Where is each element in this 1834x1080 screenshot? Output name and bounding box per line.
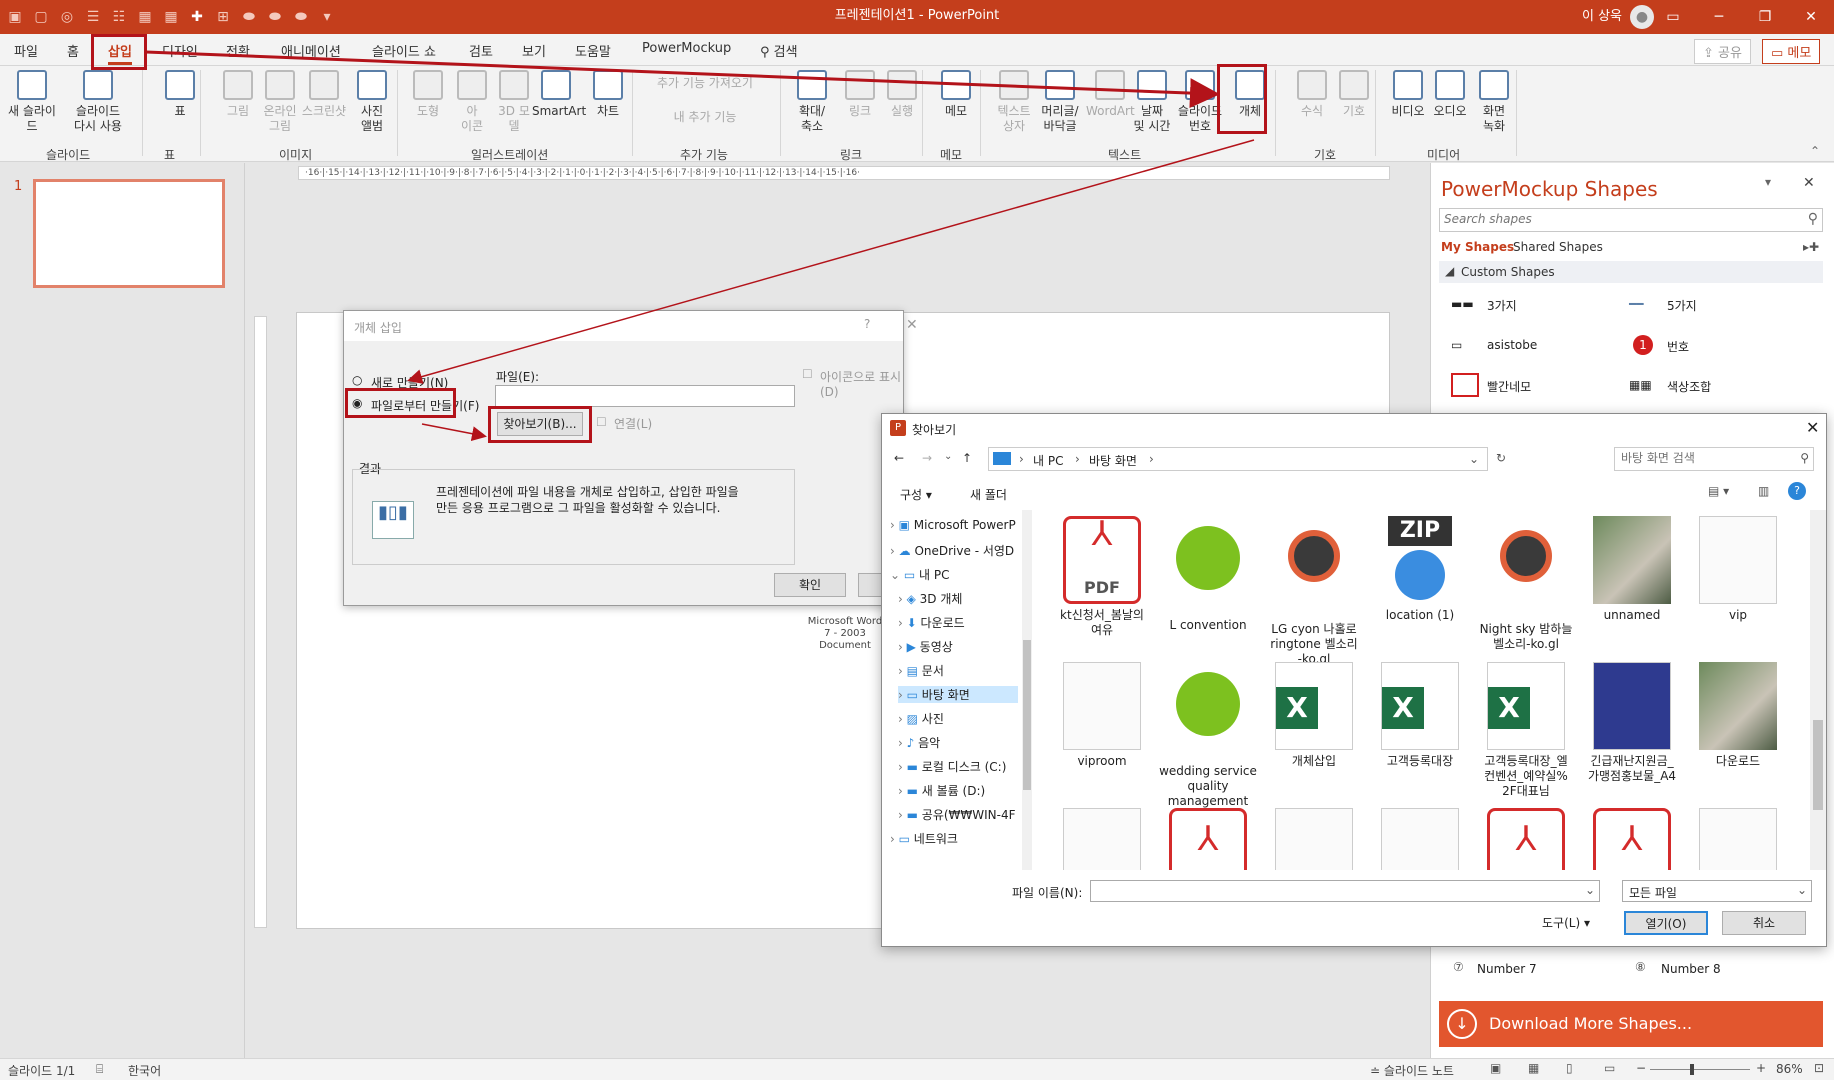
slideshow-icon[interactable]: ▭: [1604, 1061, 1615, 1075]
arrow-to-from-file: [407, 139, 1255, 384]
spellcheck-icon[interactable]: ⌸: [96, 1062, 103, 1077]
slide-count: 슬라이드 1/1: [8, 1064, 76, 1078]
zoom-in-icon[interactable]: +: [1756, 1061, 1766, 1075]
notes-button[interactable]: ≐ 슬라이드 노트: [1370, 1062, 1454, 1079]
zoom-level[interactable]: 86%: [1776, 1062, 1803, 1076]
reading-view-icon[interactable]: ▯: [1566, 1061, 1573, 1075]
notes-label: 슬라이드 노트: [1383, 1064, 1454, 1078]
zoom-slider[interactable]: [1650, 1064, 1750, 1075]
zoom-out-icon[interactable]: −: [1636, 1061, 1646, 1075]
slide-sorter-icon[interactable]: ▦: [1528, 1061, 1539, 1075]
annotation-arrows: [145, 50, 1255, 442]
status-bar: 슬라이드 1/1 ⌸ 한국어 ≐ 슬라이드 노트 ▣ ▦ ▯ ▭ − + 86%…: [0, 1058, 1834, 1080]
language[interactable]: 한국어: [128, 1062, 161, 1079]
normal-view-icon[interactable]: ▣: [1490, 1061, 1501, 1075]
fit-slide-icon[interactable]: ⊡: [1814, 1061, 1824, 1075]
arrow-to-object: [145, 50, 1220, 109]
arrow-to-browse: [421, 423, 487, 442]
